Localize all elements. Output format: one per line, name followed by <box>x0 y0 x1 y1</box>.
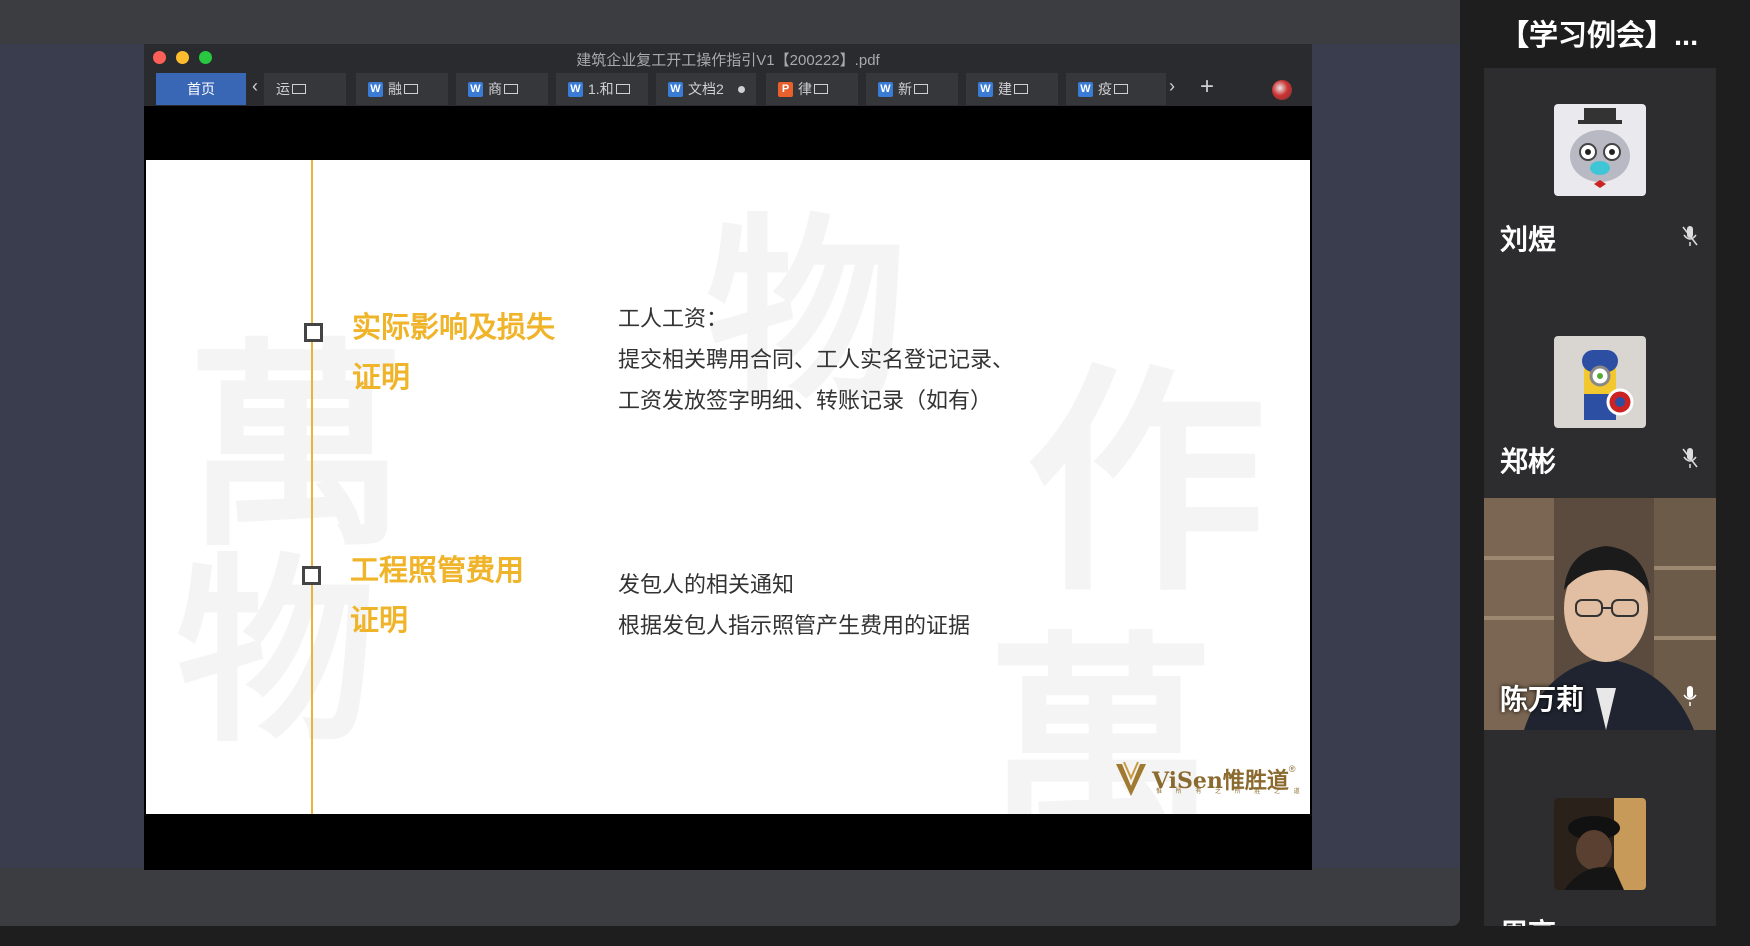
item-body: 发包人的相关通知 根据发包人指示照管产生费用的证据 <box>618 564 970 646</box>
participant-video-tile[interactable]: 陈万莉 <box>1484 498 1716 730</box>
item-body: 工人工资： 提交相关聘用合同、工人实名登记记录、 工资发放签字明细、转账记录（如… <box>618 298 1014 421</box>
monitor-icon <box>504 84 518 94</box>
watermark-char: 物 <box>176 490 376 780</box>
body-line: 根据发包人指示照管产生费用的证据 <box>618 613 971 638</box>
tab-label: 商 <box>488 81 502 97</box>
heading-line: 证明 <box>352 362 411 394</box>
timeline-divider <box>311 160 313 814</box>
participant-name: 周高 <box>1500 912 1556 926</box>
shared-screen-footer <box>0 868 1460 926</box>
mic-muted-icon[interactable] <box>1682 224 1698 248</box>
body-line: 工资发放签字明细、转账记录（如有） <box>618 388 993 413</box>
tab-6[interactable]: P律 <box>766 73 858 105</box>
meeting-title: 【学习例会】... <box>1500 20 1699 52</box>
item-heading: 工程照管费用 证明 <box>350 546 524 646</box>
ppt-doc-icon: P <box>778 81 793 97</box>
tab-label: 1.和 <box>588 81 614 97</box>
window-titlebar: 建筑企业复工开工操作指引V1【200222】.pdf <box>144 44 1312 70</box>
item-heading: 实际影响及损失 证明 <box>352 303 555 403</box>
unsaved-dot-icon <box>737 85 745 93</box>
pdf-app-window: 建筑企业复工开工操作指引V1【200222】.pdf 首页 ‹ 运 W融 W商 … <box>144 44 1312 870</box>
checkbox-bullet <box>304 323 323 342</box>
presentation-slide: 萬 物 作 物 萬 实际影响及损失 证明 工人工资： 提交相关聘用合同、工人实名… <box>146 160 1310 814</box>
tab-scroll-right-icon[interactable]: › <box>1169 76 1175 97</box>
tab-7[interactable]: W新 <box>866 73 958 105</box>
registered-mark: ® <box>1288 764 1296 774</box>
tab-9[interactable]: W疫 <box>1066 73 1166 105</box>
participant-tile[interactable]: 周高 <box>1484 730 1716 926</box>
word-doc-icon: W <box>468 81 483 97</box>
monitor-icon <box>1114 84 1128 94</box>
word-doc-icon: W <box>978 81 993 97</box>
monitor-icon <box>914 84 928 94</box>
tab-5[interactable]: W 文档2 <box>656 73 756 105</box>
tab-label: 新 <box>898 81 912 97</box>
word-doc-icon: W <box>878 81 893 97</box>
tab-label: 融 <box>388 81 402 97</box>
tab-3[interactable]: W商 <box>456 73 548 105</box>
logo-v-icon <box>1116 761 1146 796</box>
cat-avatar <box>1554 104 1646 196</box>
body-line: 提交相关聘用合同、工人实名登记记录、 <box>618 347 1015 372</box>
tab-label: 首页 <box>187 81 215 97</box>
monitor-icon <box>814 84 828 94</box>
participant-name: 陈万莉 <box>1500 684 1585 715</box>
new-tab-button[interactable]: + <box>1200 73 1214 101</box>
mic-on-icon[interactable] <box>1682 684 1698 708</box>
heading-line: 实际影响及损失 <box>352 312 556 344</box>
participant-tile[interactable]: 郑彬 <box>1484 296 1716 498</box>
photo-avatar <box>1554 798 1646 890</box>
tab-bar: 首页 ‹ 运 W融 W商 W 1.和 W 文档2 P律 W新 W 建 W 疫 ›… <box>144 70 1312 106</box>
body-line: 工人工资： <box>618 306 729 331</box>
tab-4[interactable]: W 1.和 <box>556 73 648 105</box>
participant-tile[interactable]: 刘煜 <box>1484 68 1716 296</box>
tab-home[interactable]: 首页 <box>156 73 246 105</box>
visen-logo: ViSen惟胜道 ® 惟 所 有 之 所 胜 之 道 <box>1114 760 1300 798</box>
participants-panel: 【学习例会】... 刘煜 郑彬 陈万莉 <box>1460 0 1750 946</box>
tab-1[interactable]: 运 <box>264 73 346 105</box>
monitor-icon <box>292 84 306 94</box>
shared-screen-area: 建筑企业复工开工操作指引V1【200222】.pdf 首页 ‹ 运 W融 W商 … <box>0 0 1460 926</box>
word-doc-icon: W <box>368 81 383 97</box>
heading-line: 工程照管费用 <box>350 555 525 587</box>
word-doc-icon: W <box>668 81 683 97</box>
monitor-icon <box>1014 84 1028 94</box>
word-doc-icon: W <box>568 81 583 97</box>
word-doc-icon: W <box>1078 81 1093 97</box>
monitor-icon <box>404 84 418 94</box>
tab-8[interactable]: W建 <box>966 73 1058 105</box>
minion-avatar <box>1554 336 1646 428</box>
participant-name: 郑彬 <box>1500 446 1557 477</box>
checkbox-bullet <box>302 566 321 585</box>
user-avatar[interactable] <box>1272 80 1292 100</box>
heading-line: 证明 <box>350 605 409 637</box>
tab-label: 律 <box>798 81 812 97</box>
participant-name: 刘煜 <box>1500 224 1557 255</box>
tab-label: 运 <box>276 81 290 97</box>
tab-label: 疫 <box>1098 81 1112 97</box>
monitor-icon <box>615 84 630 94</box>
body-line: 发包人的相关通知 <box>618 572 795 597</box>
tab-2[interactable]: W融 <box>356 73 448 105</box>
window-title: 建筑企业复工开工操作指引V1【200222】.pdf <box>576 52 880 69</box>
tab-label: 文档2 <box>688 81 724 97</box>
tab-scroll-left-icon[interactable]: ‹ <box>252 76 258 97</box>
logo-subtitle: 惟 所 有 之 所 胜 之 道 <box>1156 789 1306 795</box>
tab-label: 建 <box>998 81 1012 97</box>
mic-muted-icon[interactable] <box>1682 446 1698 470</box>
